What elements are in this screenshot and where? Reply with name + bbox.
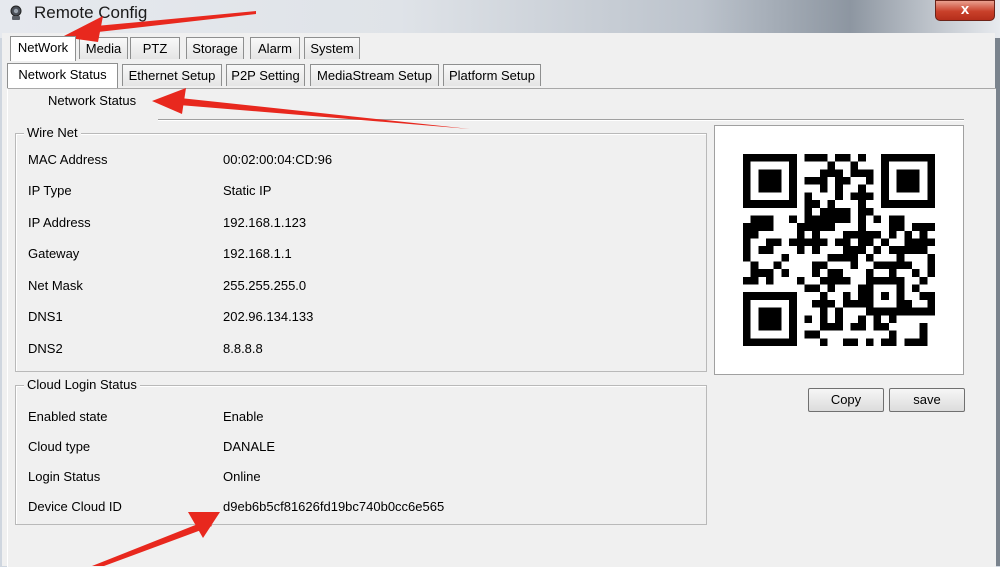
button-label: save (913, 392, 941, 407)
tab-label: System (310, 41, 354, 56)
cloud-login-group: Cloud Login Status Enabled state Enable … (15, 377, 707, 525)
group-title: Cloud Login Status (24, 377, 140, 392)
tab-label: Network Status (18, 67, 107, 82)
tab-label: Ethernet Setup (128, 68, 216, 83)
dns2-label: DNS2 (28, 341, 63, 356)
group-title: Wire Net (24, 125, 81, 140)
tab-platform-setup[interactable]: Platform Setup (443, 64, 541, 86)
qr-code-panel (714, 125, 964, 375)
window-title: Remote Config (34, 3, 148, 22)
cloud-type-label: Cloud type (28, 439, 91, 454)
tab-p2p-setting[interactable]: P2P Setting (226, 64, 305, 86)
button-label: Copy (830, 392, 862, 407)
sub-tab-bar: Network Status Ethernet Setup P2P Settin… (7, 63, 995, 88)
tab-alarm[interactable]: Alarm (250, 37, 300, 59)
camera-icon (8, 5, 24, 21)
login-status-label: Login Status (28, 469, 101, 484)
mac-address-label: MAC Address (28, 152, 108, 167)
tab-label: NetWork (17, 40, 69, 55)
tab-label: P2P Setting (231, 68, 300, 83)
net-mask-label: Net Mask (28, 278, 83, 293)
tab-storage[interactable]: Storage (186, 37, 244, 59)
gateway-label: Gateway (28, 246, 80, 261)
ip-type-value: Static IP (223, 183, 272, 198)
tab-label: Platform Setup (449, 68, 535, 83)
device-cloud-id-label: Device Cloud ID (28, 499, 122, 514)
tab-label: Media (85, 41, 122, 56)
dns2-value: 8.8.8.8 (223, 341, 263, 356)
dns1-label: DNS1 (28, 309, 63, 324)
dns1-value: 202.96.134.133 (223, 309, 314, 324)
close-button[interactable]: x (935, 0, 995, 21)
tab-label: Alarm (258, 41, 292, 56)
remote-config-window: NetWork Media PTZ Storage Alarm System N… (2, 33, 996, 567)
tab-label: Storage (192, 41, 238, 56)
ip-type-label: IP Type (28, 183, 72, 198)
tab-network[interactable]: NetWork (10, 36, 76, 61)
title-bar: Remote Config x (0, 0, 1000, 26)
tab-label: PTZ (142, 41, 168, 56)
login-status-value: Online (223, 469, 261, 484)
copy-button[interactable]: Copy (808, 388, 884, 412)
ip-address-value: 192.168.1.123 (223, 215, 307, 230)
tab-label: MediaStream Setup (317, 68, 432, 83)
tab-ethernet-setup[interactable]: Ethernet Setup (122, 64, 222, 86)
tab-network-status[interactable]: Network Status (7, 63, 118, 88)
close-icon: x (960, 1, 970, 18)
qr-code-icon (743, 154, 935, 346)
tab-ptz[interactable]: PTZ (130, 37, 180, 59)
device-cloud-id-value: d9eb6b5cf81626fd19bc740b0cc6e565 (223, 499, 445, 514)
net-mask-value: 255.255.255.0 (223, 278, 307, 293)
ip-address-label: IP Address (28, 215, 91, 230)
tab-media[interactable]: Media (79, 37, 128, 59)
cloud-type-value: DANALE (223, 439, 276, 454)
enabled-state-label: Enabled state (28, 409, 108, 424)
tab-system[interactable]: System (304, 37, 360, 59)
enabled-state-value: Enable (223, 409, 264, 424)
save-button[interactable]: save (889, 388, 965, 412)
mac-address-value: 00:02:00:04:CD:96 (223, 152, 333, 167)
wire-net-group: Wire Net MAC Address 00:02:00:04:CD:96 I… (15, 125, 707, 372)
section-title: Network Status (48, 93, 137, 108)
section-divider (158, 119, 964, 121)
gateway-value: 192.168.1.1 (223, 246, 292, 261)
main-tab-bar: NetWork Media PTZ Storage Alarm System (10, 36, 995, 61)
tab-mediastream-setup[interactable]: MediaStream Setup (310, 64, 439, 86)
